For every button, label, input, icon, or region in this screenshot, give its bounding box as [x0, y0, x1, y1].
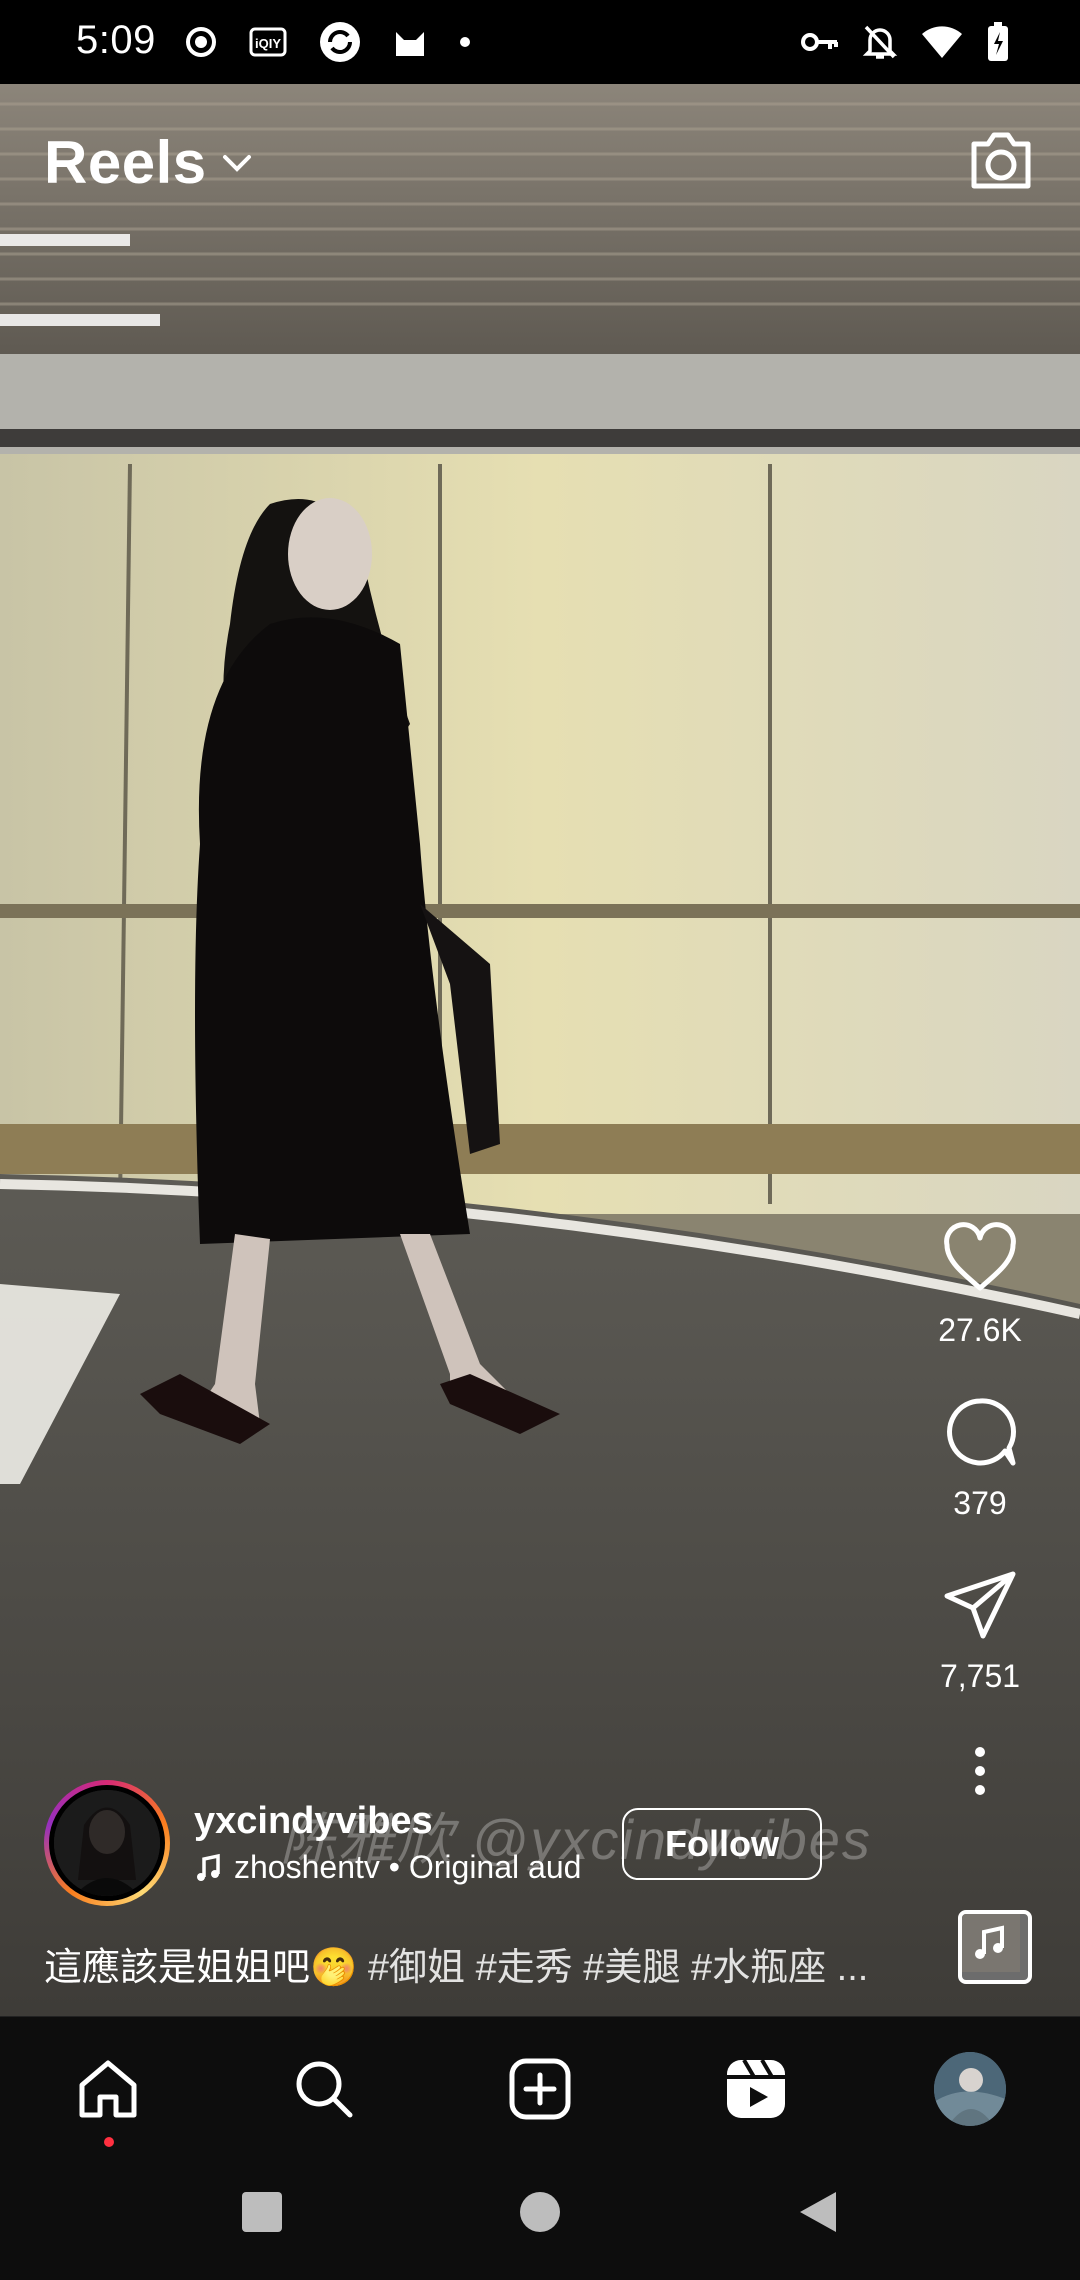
bottom-nav	[0, 2016, 1080, 2161]
system-nav-bar	[0, 2160, 1080, 2280]
bell-off-icon	[862, 25, 898, 59]
heart-icon[interactable]	[941, 1220, 1019, 1298]
profile-avatar[interactable]	[934, 2052, 1006, 2126]
battery-charging-icon	[988, 22, 1008, 61]
comment-icon[interactable]	[941, 1393, 1019, 1471]
nav-reels[interactable]	[720, 2053, 792, 2125]
notification-dot	[104, 2137, 114, 2147]
key-icon	[801, 33, 838, 51]
nav-profile[interactable]	[934, 2052, 1006, 2126]
nav-home[interactable]	[72, 2053, 144, 2147]
back-button-icon[interactable]	[796, 2190, 840, 2234]
wifi-icon	[922, 26, 962, 58]
avatar[interactable]	[49, 1785, 165, 1901]
comment-action[interactable]: 379	[941, 1393, 1019, 1522]
share-action[interactable]: 7,751	[940, 1566, 1020, 1695]
like-count: 27.6K	[938, 1312, 1022, 1348]
page-title[interactable]: Reels	[44, 128, 207, 197]
camera-button[interactable]	[964, 122, 1038, 196]
cat-app-icon	[396, 32, 424, 56]
more-options-button[interactable]	[972, 1741, 988, 1801]
caption-hashtags[interactable]: #御姐 #走秀 #美腿 #水瓶座 ...	[357, 1947, 868, 1989]
chevron-down-icon[interactable]	[219, 151, 255, 175]
more-vertical-icon[interactable]	[972, 1746, 988, 1796]
recents-button-icon[interactable]	[240, 2190, 284, 2234]
status-right-icons	[800, 18, 1010, 66]
send-icon[interactable]	[941, 1566, 1019, 1644]
like-action[interactable]: 27.6K	[938, 1220, 1022, 1349]
author-avatar-ring[interactable]	[44, 1780, 170, 1906]
share-count: 7,751	[939, 1658, 1021, 1694]
action-column: 27.6K 379 7,751	[910, 1220, 1050, 1801]
svg-text:iQIY: iQIY	[255, 36, 281, 51]
search-icon[interactable]	[290, 2055, 358, 2123]
nav-create[interactable]	[504, 2053, 576, 2125]
camera-icon[interactable]	[964, 122, 1038, 196]
status-left-icons: iQIY	[184, 18, 472, 66]
comment-count: 379	[953, 1485, 1007, 1521]
status-bar: 5:09 iQIY	[0, 0, 1080, 84]
caption-text: 這應該是姐姐吧🤭	[44, 1947, 358, 1989]
home-icon[interactable]	[74, 2055, 142, 2123]
caption[interactable]: 這應該是姐姐吧🤭 #御姐 #走秀 #美腿 #水瓶座 ...	[44, 1936, 904, 1991]
music-note-icon[interactable]	[962, 1914, 1020, 1972]
status-time: 5:09	[76, 18, 156, 62]
home-button-icon[interactable]	[518, 2190, 562, 2234]
sync-app-icon	[320, 22, 360, 62]
music-note-icon	[197, 1853, 220, 1881]
iqiyi-icon: iQIY	[249, 27, 287, 57]
audio-thumbnail[interactable]	[958, 1910, 1032, 1984]
nav-search[interactable]	[288, 2053, 360, 2125]
record-icon	[186, 27, 216, 57]
follow-button[interactable]: Follow	[622, 1808, 822, 1880]
dot-icon	[460, 37, 470, 47]
reels-icon[interactable]	[722, 2055, 790, 2123]
reels-header[interactable]: Reels	[44, 128, 255, 197]
create-icon[interactable]	[506, 2055, 574, 2123]
